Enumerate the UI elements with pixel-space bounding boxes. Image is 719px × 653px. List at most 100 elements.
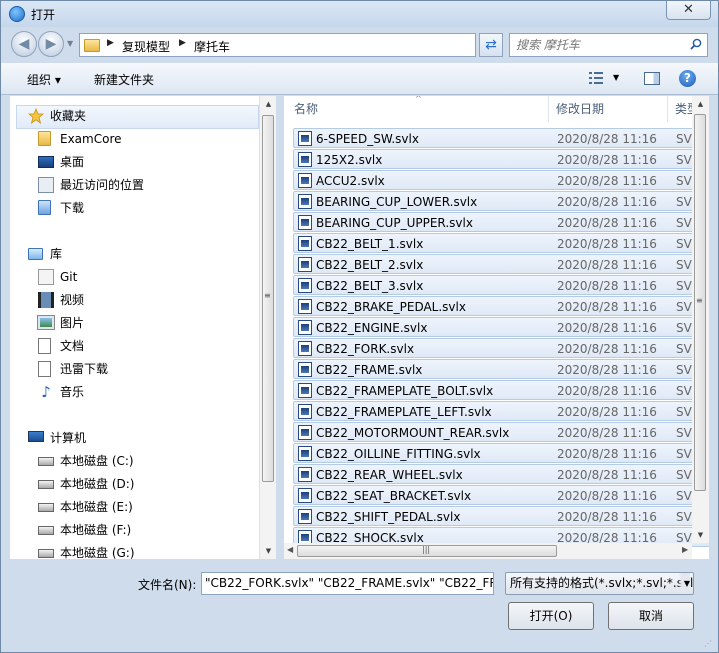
file-row[interactable]: CB22_REAR_WHEEL.svlx 2020/8/28 11:16 SVI bbox=[293, 464, 709, 484]
column-header-date[interactable]: 修改日期 bbox=[556, 96, 604, 122]
organize-menu-button[interactable]: 组织 ▾ bbox=[27, 71, 61, 88]
breadcrumb-chevron-icon[interactable]: ▶ bbox=[107, 38, 114, 48]
file-row[interactable]: BEARING_CUP_UPPER.svlx 2020/8/28 11:16 SVI bbox=[293, 212, 709, 232]
search-box[interactable] bbox=[509, 33, 708, 57]
close-button[interactable]: ✕ bbox=[666, 1, 711, 20]
svlx-file-icon bbox=[298, 257, 312, 272]
file-list-vertical-scrollbar[interactable]: ▲ ≡ ▼ bbox=[692, 96, 709, 543]
breadcrumb-chevron-icon[interactable]: ▶ bbox=[179, 38, 186, 48]
scroll-down-icon[interactable]: ▼ bbox=[692, 531, 709, 539]
open-button[interactable]: 打开(O) bbox=[508, 602, 594, 630]
search-input[interactable] bbox=[516, 37, 686, 53]
file-row[interactable]: CB22_FORK.svlx 2020/8/28 11:16 SVI bbox=[293, 338, 709, 358]
grip-icon: ≡ bbox=[696, 296, 703, 305]
svlx-file-icon bbox=[298, 278, 312, 293]
library-icon bbox=[28, 248, 43, 260]
svlx-file-icon bbox=[298, 383, 312, 398]
file-name: CB22_FRAMEPLATE_LEFT.svlx bbox=[316, 405, 492, 419]
recent-places-icon bbox=[38, 177, 54, 193]
file-row[interactable]: CB22_MOTORMOUNT_REAR.svlx 2020/8/28 11:16… bbox=[293, 422, 709, 442]
svlx-file-icon bbox=[298, 341, 312, 356]
file-date: 2020/8/28 11:16 bbox=[557, 237, 657, 251]
open-file-dialog: 打开 ✕ ◀ ▶ ▼ ▶ 复现模型 ▶ 摩托车 ▼ ⇄ 组织 ▾ 新建文件夹 bbox=[0, 0, 719, 653]
breadcrumb-item[interactable]: 摩托车 bbox=[194, 38, 230, 55]
file-row[interactable]: CB22_SEAT_BRACKET.svlx 2020/8/28 11:16 SVI bbox=[293, 485, 709, 505]
view-dropdown-icon[interactable]: ▼ bbox=[613, 73, 619, 82]
file-row[interactable]: CB22_ENGINE.svlx 2020/8/28 11:16 SVI bbox=[293, 317, 709, 337]
svlx-file-icon bbox=[298, 194, 312, 209]
hard-drive-icon bbox=[38, 526, 54, 535]
svlx-file-icon bbox=[298, 362, 312, 377]
file-name: CB22_FORK.svlx bbox=[316, 342, 415, 356]
breadcrumb-item[interactable]: 复现模型 bbox=[122, 38, 170, 55]
search-icon[interactable] bbox=[690, 38, 702, 50]
new-folder-button[interactable]: 新建文件夹 bbox=[94, 71, 154, 88]
forward-button[interactable]: ▶ bbox=[38, 31, 64, 57]
column-divider[interactable] bbox=[548, 96, 549, 122]
chevron-down-icon[interactable]: ▼ bbox=[677, 573, 690, 594]
column-header-name[interactable]: 名称 bbox=[294, 96, 318, 122]
file-name: 6-SPEED_SW.svlx bbox=[316, 132, 419, 146]
file-row[interactable]: 125X2.svlx 2020/8/28 11:16 SVI bbox=[293, 149, 709, 169]
file-row[interactable]: BEARING_CUP_LOWER.svlx 2020/8/28 11:16 SVI bbox=[293, 191, 709, 211]
file-row[interactable]: CB22_SHIFT_PEDAL.svlx 2020/8/28 11:16 SVI bbox=[293, 506, 709, 526]
filename-input[interactable]: "CB22_FORK.svlx" "CB22_FRAME.svlx" "CB22… bbox=[201, 572, 494, 595]
downloads-icon bbox=[38, 200, 51, 215]
file-name: CB22_FRAME.svlx bbox=[316, 363, 423, 377]
nav-label: 视频 bbox=[60, 293, 85, 307]
nav-pane-scrollbar[interactable]: ▲ ≡ ▼ bbox=[259, 96, 276, 559]
file-row[interactable]: CB22_FRAMEPLATE_LEFT.svlx 2020/8/28 11:16… bbox=[293, 401, 709, 421]
filter-value: 所有支持的格式(*.svlx;*.svl;*.svlp) bbox=[510, 576, 694, 590]
grip-icon: ≡ bbox=[264, 291, 271, 300]
folder-icon bbox=[84, 39, 100, 52]
refresh-button[interactable]: ⇄ bbox=[479, 33, 503, 57]
file-type-filter-select[interactable]: 所有支持的格式(*.svlx;*.svl;*.svlp) ▼ bbox=[505, 572, 694, 595]
file-date: 2020/8/28 11:16 bbox=[557, 153, 657, 167]
file-row[interactable]: ACCU2.svlx 2020/8/28 11:16 SVI bbox=[293, 170, 709, 190]
file-name: CB22_OILLINE_FITTING.svlx bbox=[316, 447, 481, 461]
file-date: 2020/8/28 11:16 bbox=[557, 384, 657, 398]
scroll-down-icon[interactable]: ▼ bbox=[260, 547, 277, 555]
file-name: CB22_FRAMEPLATE_BOLT.svlx bbox=[316, 384, 494, 398]
svlx-file-icon bbox=[298, 446, 312, 461]
file-row[interactable]: CB22_FRAMEPLATE_BOLT.svlx 2020/8/28 11:16… bbox=[293, 380, 709, 400]
file-row[interactable]: 6-SPEED_SW.svlx 2020/8/28 11:16 SVI bbox=[293, 128, 709, 148]
file-row[interactable]: CB22_BELT_3.svlx 2020/8/28 11:16 SVI bbox=[293, 275, 709, 295]
svlx-file-icon bbox=[298, 215, 312, 230]
file-name: CB22_REAR_WHEEL.svlx bbox=[316, 468, 463, 482]
view-options-icon[interactable] bbox=[589, 72, 603, 84]
recent-locations-dropdown-icon[interactable]: ▼ bbox=[67, 39, 73, 48]
scroll-right-icon[interactable]: ▶ bbox=[682, 545, 688, 554]
file-date: 2020/8/28 11:16 bbox=[557, 132, 657, 146]
file-list-horizontal-scrollbar[interactable]: ◀ ||| ▶ bbox=[284, 543, 692, 559]
documents-icon bbox=[38, 338, 51, 354]
file-name: CB22_MOTORMOUNT_REAR.svlx bbox=[316, 426, 510, 440]
pictures-icon bbox=[37, 315, 55, 330]
file-name: ACCU2.svlx bbox=[316, 174, 385, 188]
file-name: CB22_SHIFT_PEDAL.svlx bbox=[316, 510, 461, 524]
help-icon[interactable]: ? bbox=[679, 70, 696, 87]
scroll-left-icon[interactable]: ◀ bbox=[287, 545, 293, 554]
file-list: 名称 ^ 修改日期 类型 6-SPEED_SW.svlx 2020/8/28 11… bbox=[284, 96, 709, 559]
back-button[interactable]: ◀ bbox=[11, 31, 37, 57]
nav-label: 收藏夹 bbox=[50, 109, 87, 123]
navigation-pane: 收藏夹 ExamCore 桌面 最近访问的位置 下载 库 Git 视频 bbox=[10, 96, 259, 559]
computer-icon bbox=[28, 431, 44, 442]
column-divider[interactable] bbox=[667, 96, 668, 122]
file-date: 2020/8/28 11:16 bbox=[557, 363, 657, 377]
svlx-file-icon bbox=[298, 425, 312, 440]
cancel-button[interactable]: 取消 bbox=[608, 602, 694, 630]
address-bar[interactable]: ▶ 复现模型 ▶ 摩托车 ▼ bbox=[79, 33, 546, 57]
scroll-up-icon[interactable]: ▲ bbox=[692, 100, 709, 108]
file-row[interactable]: CB22_BELT_1.svlx 2020/8/28 11:16 SVI bbox=[293, 233, 709, 253]
file-row[interactable]: CB22_OILLINE_FITTING.svlx 2020/8/28 11:16… bbox=[293, 443, 709, 463]
file-row[interactable]: CB22_BRAKE_PEDAL.svlx 2020/8/28 11:16 SVI bbox=[293, 296, 709, 316]
resize-grip-icon[interactable]: ⋰ bbox=[704, 639, 712, 648]
scroll-up-icon[interactable]: ▲ bbox=[260, 100, 277, 108]
file-date: 2020/8/28 11:16 bbox=[557, 447, 657, 461]
file-row[interactable]: CB22_FRAME.svlx 2020/8/28 11:16 SVI bbox=[293, 359, 709, 379]
file-date: 2020/8/28 11:16 bbox=[557, 405, 657, 419]
nav-label: 文档 bbox=[60, 339, 85, 353]
preview-pane-icon[interactable] bbox=[644, 72, 660, 85]
file-row[interactable]: CB22_BELT_2.svlx 2020/8/28 11:16 SVI bbox=[293, 254, 709, 274]
